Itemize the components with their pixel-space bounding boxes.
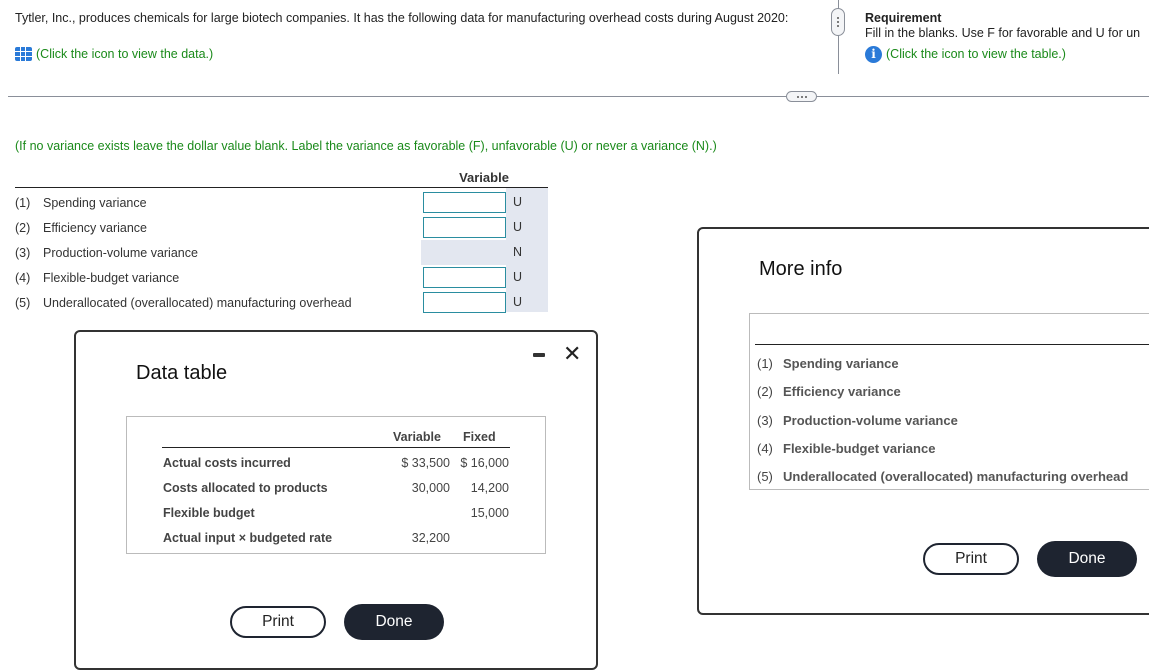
view-table-text[interactable]: (Click the icon to view the table.) xyxy=(886,47,1066,62)
close-icon[interactable]: ✕ xyxy=(563,343,581,365)
requirement-text: Fill in the blanks. Use F for favorable … xyxy=(865,26,1141,40)
data-table-title: Data table xyxy=(136,362,228,384)
item-number: (3) xyxy=(757,413,773,428)
data-cell-variable: 32,200 xyxy=(411,531,450,545)
underallocated-overhead-label[interactable]: U xyxy=(513,295,523,309)
row-label: Underallocated (overallocated) manufactu… xyxy=(43,295,352,310)
item-label: Efficiency variance xyxy=(783,384,901,399)
data-cell-fixed: $ 16,000 xyxy=(460,456,509,470)
flexible-budget-variance-label[interactable]: U xyxy=(513,270,523,284)
info-icon[interactable]: i xyxy=(865,46,882,63)
question-text: Tytler, Inc., produces chemicals for lar… xyxy=(15,11,789,25)
underallocated-overhead-input[interactable] xyxy=(423,292,506,313)
variable-column-header: Variable xyxy=(459,170,509,185)
data-table-rule xyxy=(162,447,510,448)
data-cell-variable: 30,000 xyxy=(411,481,450,495)
more-info-item: (5) Underallocated (overallocated) manufa… xyxy=(757,469,1128,484)
minimize-icon[interactable] xyxy=(533,353,545,357)
answer-row-efficiency: (2) Efficiency variance U xyxy=(15,215,548,240)
row-number: (5) xyxy=(15,295,31,310)
row-label: Flexible-budget variance xyxy=(43,270,180,285)
more-info-item: (4) Flexible-budget variance xyxy=(757,441,935,456)
item-number: (1) xyxy=(757,356,773,371)
data-row-label: Actual costs incurred xyxy=(163,456,291,470)
production-volume-variance-label: N xyxy=(513,245,523,259)
row-number: (1) xyxy=(15,195,31,210)
row-label: Efficiency variance xyxy=(43,220,147,235)
requirement-title: Requirement xyxy=(865,11,942,25)
item-label: Spending variance xyxy=(783,356,899,371)
data-row-label: Costs allocated to products xyxy=(163,481,328,495)
item-number: (4) xyxy=(757,441,773,456)
efficiency-variance-input[interactable] xyxy=(423,217,506,238)
more-info-title: More info xyxy=(759,258,843,280)
view-data-link[interactable]: (Click the icon to view the data.) xyxy=(15,47,213,61)
efficiency-variance-label[interactable]: U xyxy=(513,220,523,234)
item-number: (2) xyxy=(757,384,773,399)
data-table-icon[interactable] xyxy=(15,47,32,61)
data-cell-fixed: 14,200 xyxy=(470,481,509,495)
view-data-text[interactable]: (Click the icon to view the data.) xyxy=(36,47,213,61)
fixed-header: Fixed xyxy=(463,430,496,444)
answer-row-production-volume: (3) Production-volume variance N xyxy=(15,240,548,265)
more-info-item: (3) Production-volume variance xyxy=(757,413,958,428)
variable-header: Variable xyxy=(393,430,441,444)
row-number: (4) xyxy=(15,270,31,285)
horizontal-splitter-handle[interactable] xyxy=(786,91,817,102)
view-table-link[interactable]: i (Click the icon to view the table.) xyxy=(865,46,1140,63)
more-info-print-button[interactable]: Print xyxy=(923,543,1019,575)
row-label: Spending variance xyxy=(43,195,147,210)
data-cell-variable: $ 33,500 xyxy=(401,456,450,470)
spending-variance-input[interactable] xyxy=(423,192,506,213)
more-info-item: (1) Spending variance xyxy=(757,356,899,371)
answer-row-underallocated: (5) Underallocated (overallocated) manuf… xyxy=(15,290,548,315)
item-number: (5) xyxy=(757,469,773,484)
data-row-label: Flexible budget xyxy=(163,506,255,520)
item-label: Flexible-budget variance xyxy=(783,441,936,456)
data-cell-fixed: 15,000 xyxy=(470,506,509,520)
item-label: Production-volume variance xyxy=(783,413,958,428)
item-label: Underallocated (overallocated) manufactu… xyxy=(783,469,1129,484)
data-table-done-button[interactable]: Done xyxy=(344,604,444,640)
instruction-text: (If no variance exists leave the dollar … xyxy=(15,139,717,153)
data-table-print-button[interactable]: Print xyxy=(230,606,326,638)
more-info-rule xyxy=(755,344,1149,345)
row-number: (3) xyxy=(15,245,31,260)
horizontal-divider xyxy=(8,96,1149,97)
disabled-cell xyxy=(421,240,548,265)
more-info-item: (2) Efficiency variance xyxy=(757,384,901,399)
header-rule xyxy=(15,187,548,188)
row-number: (2) xyxy=(15,220,31,235)
row-label: Production-volume variance xyxy=(43,245,198,260)
answer-row-spending: (1) Spending variance U xyxy=(15,190,548,215)
data-row-label: Actual input × budgeted rate xyxy=(163,531,333,545)
more-info-done-button[interactable]: Done xyxy=(1037,541,1137,577)
vertical-splitter-handle[interactable] xyxy=(831,8,845,36)
flexible-budget-variance-input[interactable] xyxy=(423,267,506,288)
answer-row-flexible-budget: (4) Flexible-budget variance U xyxy=(15,265,548,290)
requirement-panel: Requirement Fill in the blanks. Use F fo… xyxy=(865,11,1140,63)
more-info-box xyxy=(749,313,1149,490)
spending-variance-label[interactable]: U xyxy=(513,195,523,209)
